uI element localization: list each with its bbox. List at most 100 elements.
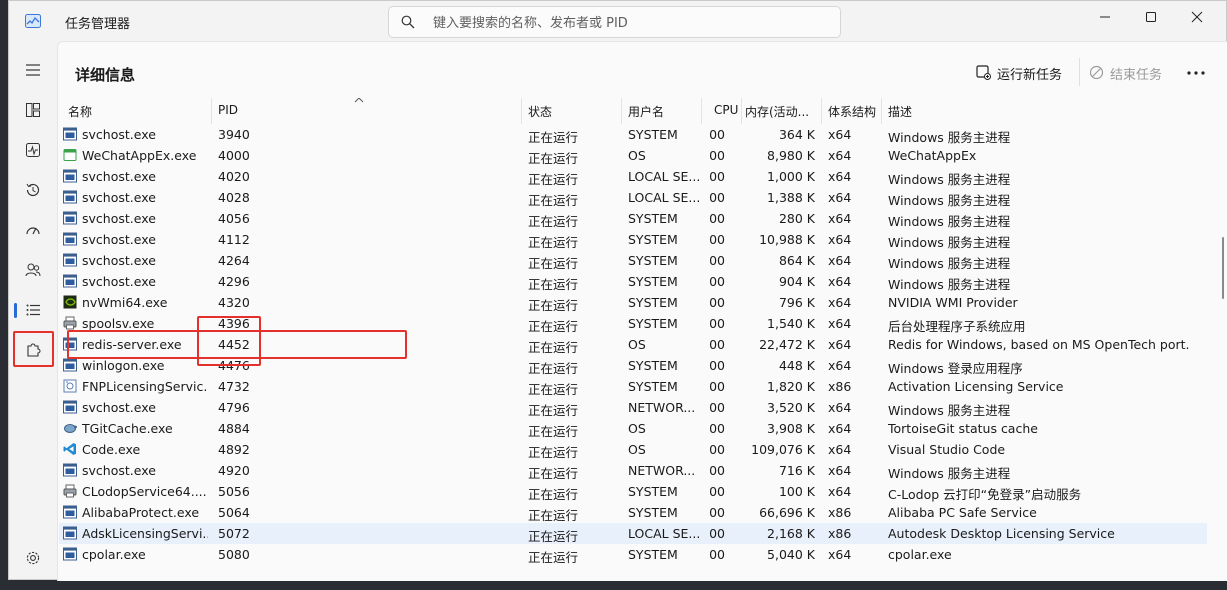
close-button[interactable]	[1174, 5, 1220, 29]
cell-pid: 4452	[218, 337, 250, 352]
cell-name: svchost.exe	[82, 232, 156, 247]
nav-performance[interactable]	[14, 133, 52, 167]
more-options-icon[interactable]	[1186, 70, 1206, 76]
cell-status: 正在运行	[528, 529, 579, 544]
nav-details[interactable]	[14, 293, 52, 327]
table-row[interactable]: winlogon.exe 4476 正在运行 SYSTEM 00 448 K x64 Wind…	[59, 355, 1207, 376]
cell-arch: x64	[828, 190, 852, 205]
cell-name: winlogon.exe	[82, 358, 165, 373]
column-divider[interactable]	[701, 98, 702, 124]
column-divider[interactable]	[521, 98, 522, 124]
nav-app-history[interactable]	[14, 173, 52, 207]
printer-icon	[63, 484, 77, 498]
cell-cpu: 00	[709, 274, 725, 289]
cell-status: 正在运行	[528, 214, 579, 229]
table-row[interactable]: svchost.exe 4796 正在运行 NETWOR... 00 3,520 K x64…	[59, 397, 1207, 418]
cell-pid: 5056	[218, 484, 250, 499]
column-header-desc[interactable]: 描述	[888, 103, 1198, 120]
services-puzzle-icon	[27, 343, 41, 357]
column-header-arch[interactable]: 体系结构	[828, 103, 878, 120]
cell-arch: x64	[828, 400, 852, 415]
cell-mem: 904 K	[778, 274, 815, 289]
search-input[interactable]	[433, 13, 833, 33]
cell-user: OS	[628, 337, 646, 352]
end-task-button[interactable]: 结束任务	[1089, 62, 1169, 84]
cell-arch: x86	[828, 526, 852, 541]
column-divider[interactable]	[211, 98, 212, 124]
cell-pid: 4732	[218, 379, 250, 394]
cell-status: 正在运行	[528, 466, 579, 481]
cell-cpu: 00	[709, 379, 725, 394]
cell-status: 正在运行	[528, 193, 579, 208]
nav-processes[interactable]	[14, 93, 52, 127]
table-row[interactable]: spoolsv.exe 4396 正在运行 SYSTEM 00 1,540 K x64 后台处…	[59, 313, 1207, 334]
column-divider[interactable]	[881, 98, 882, 124]
table-row[interactable]: svchost.exe 4112 正在运行 SYSTEM 00 10,988 K x64 Wi…	[59, 229, 1207, 250]
tortoisegit-icon	[64, 424, 77, 433]
column-header-pid[interactable]: PID	[218, 103, 518, 117]
run-new-task-button[interactable]: 运行新任务	[976, 62, 1066, 84]
nav-menu-toggle[interactable]	[14, 53, 52, 87]
cell-user: NETWOR...	[628, 463, 696, 478]
table-row[interactable]: cpolar.exe 5080 正在运行 SYSTEM 00 5,040 K x64 cpol…	[59, 544, 1207, 565]
table-row[interactable]: CLodopService64.... 5056 正在运行 SYSTEM 00 100 K…	[59, 481, 1207, 502]
column-divider[interactable]	[621, 98, 622, 124]
cell-name: svchost.exe	[82, 463, 156, 478]
table-row[interactable]: AlibabaProtect.exe 5064 正在运行 SYSTEM 00 66,696…	[59, 502, 1207, 523]
nav-settings[interactable]	[14, 541, 52, 575]
gear-icon	[26, 551, 40, 565]
table-row[interactable]: Code.exe 4892 正在运行 OS 00 109,076 K x64 Visual S…	[59, 439, 1207, 460]
maximize-button[interactable]	[1128, 5, 1174, 29]
cell-status: 正在运行	[528, 424, 579, 439]
cell-desc: 后台处理程序子系统应用	[888, 319, 1026, 334]
service-icon	[63, 211, 77, 225]
cell-user: LOCAL SE...	[628, 169, 701, 184]
cell-arch: x64	[828, 316, 852, 331]
cell-mem: 5,040 K	[767, 547, 815, 562]
table-row[interactable]: AdskLicensingServi... 5072 正在运行 LOCAL SE...…	[59, 523, 1207, 544]
column-header-user[interactable]: 用户名	[628, 103, 704, 120]
cell-mem: 1,388 K	[767, 190, 815, 205]
table-row[interactable]: TGitCache.exe 4884 正在运行 OS 00 3,908 K x64 Torto…	[59, 418, 1207, 439]
table-row[interactable]: redis-server.exe 4452 正在运行 OS 00 22,472 K x64 R…	[59, 334, 1207, 355]
vertical-scrollbar[interactable]	[1222, 237, 1224, 299]
cell-name: svchost.exe	[82, 211, 156, 226]
service-icon	[63, 400, 77, 414]
column-header-name[interactable]: 名称	[68, 103, 208, 120]
table-row[interactable]: svchost.exe 4264 正在运行 SYSTEM 00 864 K x64 Windo…	[59, 250, 1207, 271]
table-row[interactable]: svchost.exe 4296 正在运行 SYSTEM 00 904 K x64 Windo…	[59, 271, 1207, 292]
cell-pid: 4296	[218, 274, 250, 289]
run-new-task-label: 运行新任务	[997, 68, 1063, 83]
title-bar: 任务管理器	[9, 1, 1226, 41]
table-row[interactable]: WeChatAppEx.exe 4000 正在运行 OS 00 8,980 K x64 WeC…	[59, 145, 1207, 166]
cell-arch: x64	[828, 421, 852, 436]
minimize-button[interactable]	[1082, 5, 1128, 29]
nav-services[interactable]	[14, 333, 52, 367]
service-icon	[63, 547, 77, 561]
cell-pid: 4892	[218, 442, 250, 457]
table-row[interactable]: svchost.exe 4028 正在运行 LOCAL SE... 00 1,388 K x…	[59, 187, 1207, 208]
column-header-mem[interactable]: 内存(活动...	[745, 103, 817, 120]
cell-pid: 5064	[218, 505, 250, 520]
column-header-cpu[interactable]: CPU	[714, 103, 742, 117]
table-row[interactable]: svchost.exe 3940 正在运行 SYSTEM 00 364 K x64 Windo…	[59, 124, 1207, 145]
table-row[interactable]: svchost.exe 4920 正在运行 NETWOR... 00 716 K x64 Wi…	[59, 460, 1207, 481]
table-row[interactable]: svchost.exe 4056 正在运行 SYSTEM 00 280 K x64 Windo…	[59, 208, 1207, 229]
cell-mem: 10,988 K	[759, 232, 815, 247]
table-row[interactable]: nvWmi64.exe 4320 正在运行 SYSTEM 00 796 K x64 NVIDI…	[59, 292, 1207, 313]
column-header-status[interactable]: 状态	[528, 103, 618, 120]
search-box[interactable]	[388, 6, 841, 38]
nav-users[interactable]	[14, 253, 52, 287]
cell-desc: Windows 登录应用程序	[888, 361, 1023, 376]
column-divider[interactable]	[741, 98, 742, 124]
vscode-icon	[63, 443, 76, 455]
table-row[interactable]: FNPLicensingServic... 4732 正在运行 SYSTEM 00 1,8…	[59, 376, 1207, 397]
nav-startup-apps[interactable]	[14, 213, 52, 247]
cell-user: SYSTEM	[628, 274, 678, 289]
column-divider[interactable]	[821, 98, 822, 124]
table-row[interactable]: svchost.exe 4020 正在运行 LOCAL SE... 00 1,000 K x…	[59, 166, 1207, 187]
cell-arch: x64	[828, 442, 852, 457]
cell-desc: Windows 服务主进程	[888, 403, 1011, 418]
cell-mem: 3,908 K	[767, 421, 815, 436]
cell-name: redis-server.exe	[82, 337, 182, 352]
